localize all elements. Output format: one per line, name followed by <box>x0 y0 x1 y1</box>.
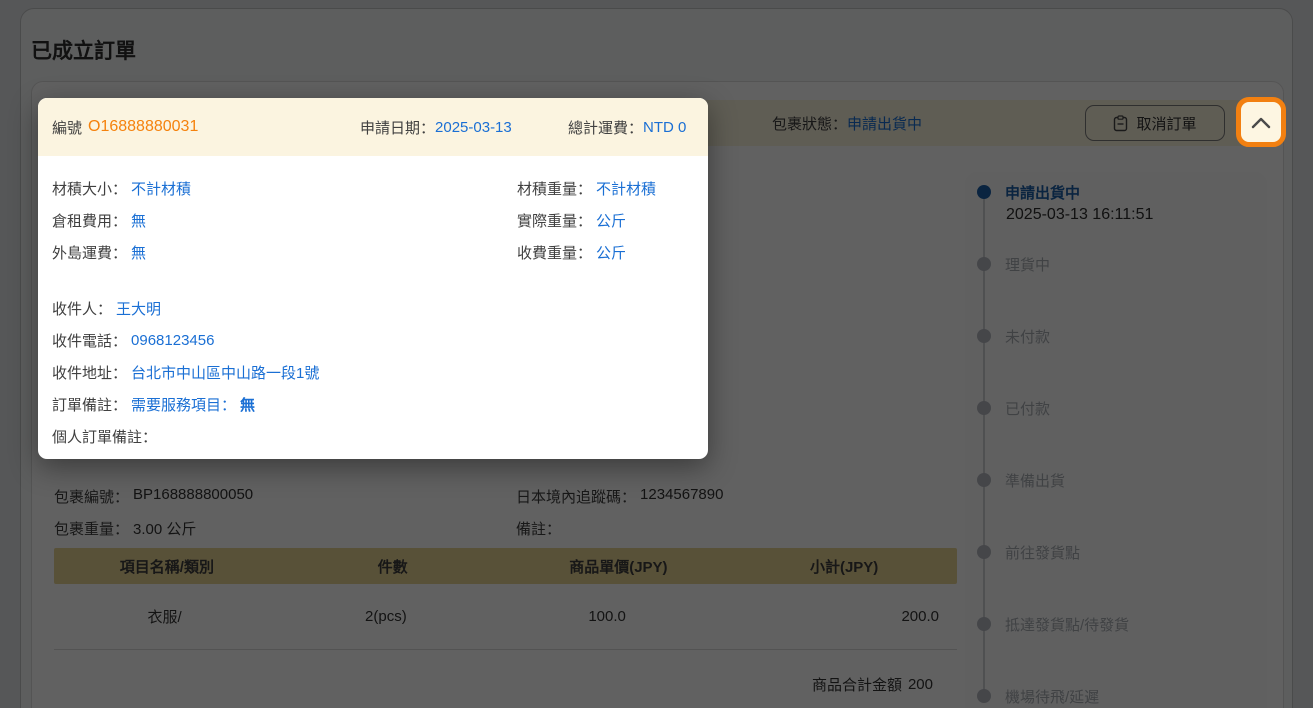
order-note-label: 訂單備註： <box>52 396 128 414</box>
order-number-label: 編號 <box>52 119 83 137</box>
total-fee-value: NTD 0 <box>643 118 687 136</box>
apply-date-value: 2025-03-13 <box>435 118 512 136</box>
order-note-value-bold: 無 <box>240 396 256 414</box>
total-fee-group: 總計運費： NTD 0 <box>568 117 686 138</box>
volume-weight-label: 材積重量： <box>517 180 593 198</box>
storage-fee-value: 無 <box>131 212 147 230</box>
recipient-address-label: 收件地址： <box>52 364 128 382</box>
collapse-button[interactable] <box>1236 97 1286 147</box>
order-number-group: 編號 O16888880031 <box>52 117 198 138</box>
island-fee-label: 外島運費： <box>52 244 128 262</box>
charge-weight-label: 收費重量： <box>517 244 593 262</box>
recipient-phone-value: 0968123456 <box>131 331 215 349</box>
volume-weight-value: 不計材積 <box>596 180 657 198</box>
actual-weight-label: 實際重量： <box>517 212 593 230</box>
popup-body: 材積大小： 不計材積 材積重量： 不計材積 倉租費用： 無 實際重量： 公斤 外… <box>38 156 708 452</box>
volume-size-label: 材積大小： <box>52 180 128 198</box>
chevron-up-icon <box>1250 116 1272 129</box>
order-note-value: 需要服務項目： <box>131 396 237 414</box>
recipient-label: 收件人： <box>52 300 113 318</box>
charge-weight-value: 公斤 <box>596 244 627 262</box>
personal-note-label: 個人訂單備註： <box>52 428 158 446</box>
storage-fee-label: 倉租費用： <box>52 212 128 230</box>
screen: 已成立訂單 編號 O16888880031 申請日期： 2025-03-13 總… <box>0 0 1313 708</box>
total-fee-label: 總計運費： <box>568 119 644 137</box>
order-detail-popup: 編號 O16888880031 申請日期： 2025-03-13 總計運費： N… <box>38 98 708 459</box>
recipient-value: 王大明 <box>116 300 162 318</box>
volume-size-value: 不計材積 <box>131 180 192 198</box>
popup-header: 編號 O16888880031 申請日期： 2025-03-13 總計運費： N… <box>38 98 708 156</box>
apply-date-label: 申請日期： <box>360 119 436 137</box>
island-fee-value: 無 <box>131 244 147 262</box>
recipient-phone-label: 收件電話： <box>52 332 128 350</box>
order-number: O16888880031 <box>88 118 199 135</box>
actual-weight-value: 公斤 <box>596 212 627 230</box>
recipient-group: 收件人： 王大明 收件電話： 0968123456 收件地址： 台北市中山區中山… <box>52 292 694 452</box>
apply-date-group: 申請日期： 2025-03-13 <box>360 117 512 138</box>
recipient-address-value: 台北市中山區中山路一段1號 <box>131 364 320 382</box>
